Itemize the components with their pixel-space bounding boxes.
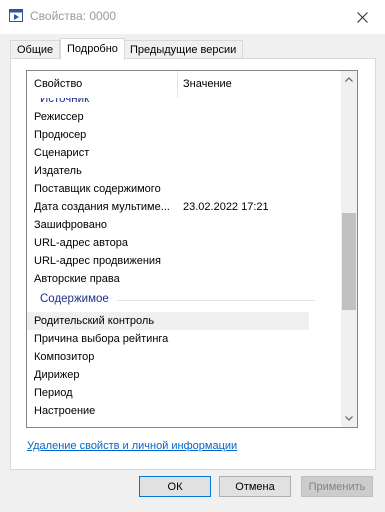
vertical-scrollbar[interactable] [341,71,357,427]
properties-list[interactable]: Источник Режиссер Продюсер Сценарист Изд… [26,70,358,428]
property-name: Дирижер [34,369,80,381]
properties-app-icon [9,9,23,22]
column-separator[interactable] [177,71,178,98]
property-name: Продюсер [34,129,87,141]
list-item[interactable]: Период [27,384,309,402]
details-panel: Источник Режиссер Продюсер Сценарист Изд… [10,58,376,470]
list-item[interactable]: Продюсер [27,126,309,144]
tab-previous-versions[interactable]: Предыдущие версии [123,40,244,59]
list-item[interactable]: Издатель [27,162,309,180]
list-item[interactable]: URL-адрес продвижения [27,252,309,270]
column-header: Свойство Значение [27,71,341,98]
remove-properties-link[interactable]: Удаление свойств и личной информации [27,440,237,452]
list-item[interactable]: URL-адрес автора [27,234,309,252]
property-name: Режиссер [34,111,84,123]
property-name: URL-адрес продвижения [34,255,162,267]
column-header-value[interactable]: Значение [183,71,232,98]
group-divider [117,300,315,301]
scroll-down-button[interactable] [341,410,357,427]
list-item[interactable]: Дата создания мультиме... 23.02.2022 17:2… [27,198,309,216]
column-header-property[interactable]: Свойство [34,71,82,98]
tab-general[interactable]: Общие [10,40,61,59]
group-content-header: Содержимое [40,293,109,305]
list-item[interactable]: Поставщик содержимого [27,180,309,198]
property-name: Композитор [34,351,95,363]
property-name: Издатель [34,165,82,177]
list-item[interactable]: Зашифровано [27,216,309,234]
scroll-up-button[interactable] [341,71,357,88]
list-item[interactable]: Причина выбора рейтинга [27,330,309,348]
apply-button[interactable]: Применить [301,476,373,497]
list-item[interactable]: Авторские права [27,270,309,288]
window-title: Свойства: 0000 [30,9,117,23]
scroll-thumb[interactable] [342,213,356,310]
cancel-button[interactable]: Отмена [219,476,291,497]
list-item[interactable]: Композитор [27,348,309,366]
property-name: Авторские права [34,273,120,285]
list-item[interactable]: Родительский контроль [27,312,309,330]
property-name: Сценарист [34,147,90,159]
list-item[interactable]: Дирижер [27,366,309,384]
property-name: Поставщик содержимого [34,183,161,195]
property-name: Настроение [34,405,96,417]
close-button[interactable] [339,0,385,34]
property-name: Дата создания мультиме... [34,201,170,213]
property-name: Период [34,387,73,399]
property-value: 23.02.2022 17:21 [183,201,269,213]
list-item[interactable]: Сценарист [27,144,309,162]
tab-strip: Общие Подробно Предыдущие версии [10,38,375,60]
property-name: Причина выбора рейтинга [34,333,169,345]
list-item[interactable]: Настроение [27,402,309,420]
list-item[interactable]: Режиссер [27,108,309,126]
chevron-down-icon [345,416,353,421]
tab-details[interactable]: Подробно [60,38,125,60]
close-icon [356,11,368,23]
property-name: Зашифровано [34,219,108,231]
title-bar: Свойства: 0000 [0,0,385,34]
chevron-up-icon [345,77,353,82]
property-name: Родительский контроль [34,315,155,327]
property-name: URL-адрес автора [34,237,128,249]
properties-rows: Источник Режиссер Продюсер Сценарист Изд… [27,71,341,427]
ok-button[interactable]: ОК [139,476,211,497]
